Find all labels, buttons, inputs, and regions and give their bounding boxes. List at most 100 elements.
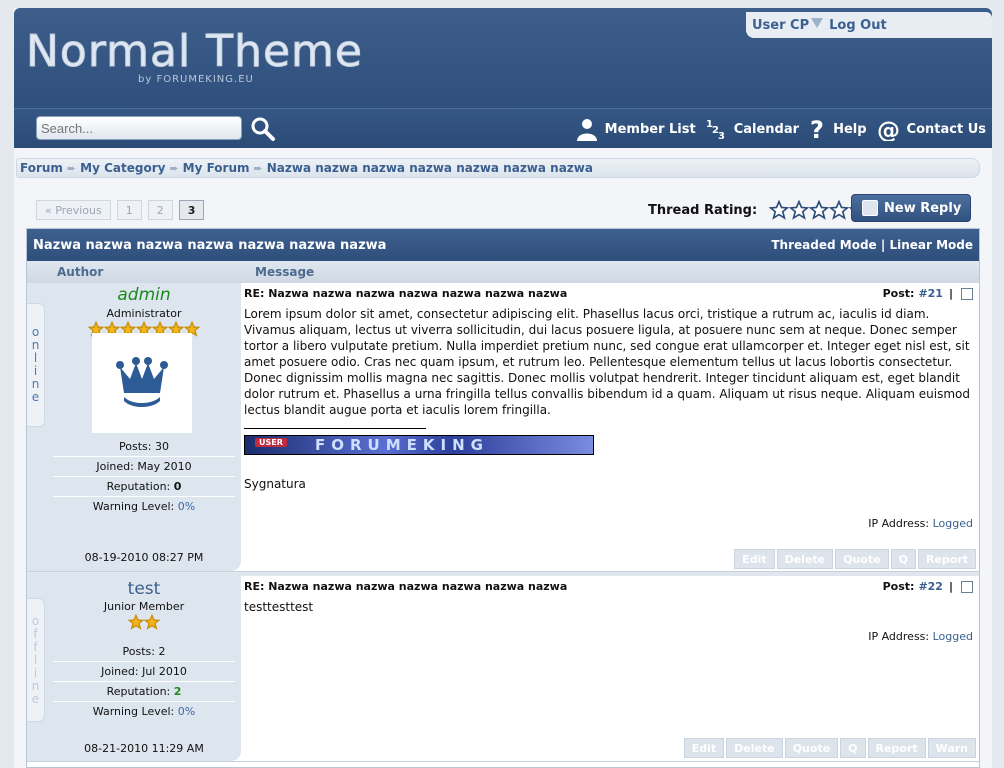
q-post-button[interactable]: Q [890, 549, 916, 569]
pagination: « Previous 1 2 3 [36, 200, 210, 220]
post-select-checkbox[interactable] [961, 287, 973, 300]
search-input[interactable] [36, 116, 242, 140]
quote-post-button[interactable]: Quote [784, 738, 839, 758]
q-post-button[interactable]: Q [840, 738, 866, 758]
contact-us-label: Contact Us [906, 121, 986, 137]
user-posts-stat: Posts: 30 [53, 437, 235, 457]
log-out-link[interactable]: Log Out [829, 18, 887, 33]
page-2-button[interactable]: 2 [147, 200, 173, 220]
report-post-button[interactable]: Report [867, 738, 926, 758]
post: offline test Junior Member Posts: 2 Join… [27, 572, 979, 762]
calendar-icon: 1 2 3 [706, 119, 725, 141]
online-status: online [27, 303, 45, 427]
member-list-label: Member List [604, 121, 696, 137]
user-warning-stat: Warning Level: 0% [92, 500, 196, 513]
edit-post-button[interactable]: Edit [683, 738, 725, 758]
thread-rating: Thread Rating: [648, 200, 870, 220]
user-title: Administrator [106, 307, 182, 320]
dropdown-arrow-icon[interactable] [811, 18, 824, 28]
header: Normal Theme by FORUMEKING.EU User CP Lo… [14, 8, 992, 108]
star-icon [789, 200, 810, 220]
warn-post-button[interactable]: Warn [927, 738, 976, 758]
signature-text: Sygnatura [244, 477, 306, 491]
user-joined-stat: Joined: Jul 2010 [53, 662, 235, 682]
star-icon [829, 200, 850, 220]
warning-level-link[interactable]: 0% [178, 500, 195, 513]
reputation-value[interactable]: 0 [174, 480, 182, 493]
previous-page-button[interactable]: « Previous [36, 200, 111, 220]
ip-logged-link[interactable]: Logged [933, 517, 973, 530]
col-author: Author [57, 265, 104, 279]
help-icon: ? [810, 117, 824, 141]
edit-post-button[interactable]: Edit [734, 549, 775, 569]
post-number: Post: #21 | [883, 287, 973, 300]
ip-logged-link[interactable]: Logged [933, 630, 973, 643]
site-logo-title[interactable]: Normal Theme [26, 26, 363, 78]
search-icon[interactable] [250, 116, 276, 142]
star-icon [809, 200, 830, 220]
post-number-link[interactable]: #21 [918, 287, 943, 300]
post-content: RE: Nazwa nazwa nazwa nazwa nazwa nazwa … [243, 576, 979, 761]
post-select-checkbox[interactable] [961, 580, 973, 593]
breadcrumb-forum-name[interactable]: My Forum [183, 161, 250, 175]
post-actions: Edit Delete Quote Q Report [732, 549, 976, 569]
breadcrumb: Forum ➨ My Category ➨ My Forum ➨ Nazwa n… [16, 158, 980, 178]
ip-address: IP Address: Logged [868, 517, 973, 530]
star-icon [144, 614, 160, 630]
breadcrumb-arrow-icon: ➨ [66, 161, 77, 175]
contact-us-link[interactable]: @ Contact Us [877, 117, 986, 141]
post-message: testtesttest [244, 600, 314, 614]
col-message: Message [255, 265, 315, 279]
member-icon [576, 119, 597, 141]
breadcrumb-arrow-icon: ➨ [253, 161, 263, 175]
delete-post-button[interactable]: Delete [776, 549, 834, 569]
breadcrumb-category[interactable]: My Category [80, 161, 165, 175]
thread-title: Nazwa nazwa nazwa nazwa nazwa nazwa nazw… [33, 237, 387, 253]
user-posts-stat: Posts: 2 [53, 642, 235, 662]
mode-separator: | [880, 238, 886, 252]
page-3-current: 3 [178, 200, 205, 220]
breadcrumb-forum[interactable]: Forum [20, 161, 63, 175]
reputation-value[interactable]: 2 [174, 685, 182, 698]
report-post-button[interactable]: Report [917, 549, 976, 569]
offline-status: offline [27, 598, 45, 722]
calendar-link[interactable]: 1 2 3 Calendar [706, 117, 799, 141]
post-actions: Edit Delete Quote Q Report Warn [682, 738, 976, 758]
warning-level-link[interactable]: 0% [178, 705, 195, 718]
post-subject: RE: Nazwa nazwa nazwa nazwa nazwa nazwa … [244, 287, 568, 300]
user-reputation-stat: Reputation: 2 [53, 682, 235, 702]
username[interactable]: test [47, 579, 241, 599]
thread-header: Nazwa nazwa nazwa nazwa nazwa nazwa nazw… [27, 229, 979, 261]
post-number-link[interactable]: #22 [918, 580, 943, 593]
user-warning-stat: Warning Level: 0% [92, 705, 196, 718]
post-date: 08-19-2010 08:27 PM [84, 551, 204, 564]
user-menu: User CP Log Out [746, 12, 992, 38]
delete-post-button[interactable]: Delete [726, 738, 783, 758]
thread-table: Nazwa nazwa nazwa nazwa nazwa nazwa nazw… [26, 228, 980, 768]
quote-post-button[interactable]: Quote [835, 549, 889, 569]
member-list-link[interactable]: Member List [575, 117, 696, 141]
post-number: Post: #22 | [883, 580, 973, 593]
user-reputation-stat: Reputation: 0 [53, 477, 235, 497]
help-link[interactable]: ? Help [809, 117, 866, 141]
breadcrumb-arrow-icon: ➨ [169, 161, 179, 175]
username[interactable]: admin [47, 285, 241, 305]
site-logo-subtitle: by FORUMEKING.EU [138, 74, 254, 85]
post-subject: RE: Nazwa nazwa nazwa nazwa nazwa nazwa … [244, 580, 568, 593]
breadcrumb-thread[interactable]: Nazwa nazwa nazwa nazwa nazwa nazwa nazw… [267, 161, 593, 175]
page-1-button[interactable]: 1 [116, 200, 142, 220]
ip-address: IP Address: Logged [868, 630, 973, 643]
post: online admin Administrator Posts: 30 Joi… [27, 283, 979, 572]
user-joined-stat: Joined: May 2010 [53, 457, 235, 477]
threaded-mode-link[interactable]: Threaded Mode [771, 238, 876, 252]
star-icon [769, 200, 790, 220]
avatar[interactable] [92, 333, 192, 433]
user-cp-link[interactable]: User CP [752, 18, 809, 33]
post-date: 08-21-2010 11:29 AM [84, 742, 204, 755]
document-icon [862, 200, 878, 216]
new-reply-button[interactable]: New Reply [851, 194, 971, 222]
linear-mode-link[interactable]: Linear Mode [889, 238, 973, 252]
user-title: Junior Member [103, 600, 185, 613]
signature-banner-image: USER FORUMEKING [244, 435, 594, 455]
post-message: Lorem ipsum dolor sit amet, consectetur … [244, 307, 970, 417]
